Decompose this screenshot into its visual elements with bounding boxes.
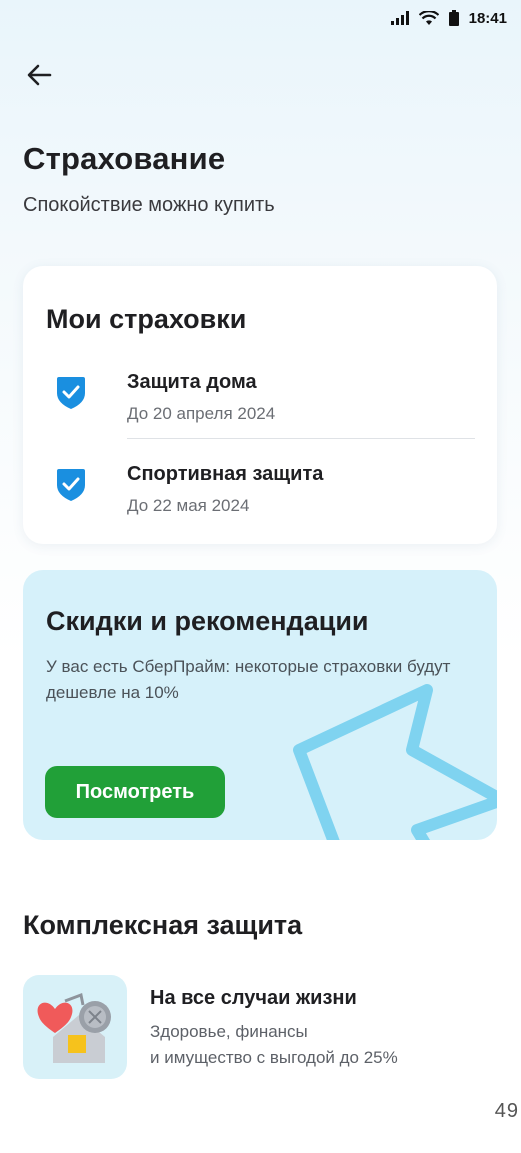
shield-check-icon: [57, 469, 85, 501]
offer-item[interactable]: На все случаи жизни Здоровье, финансы и …: [23, 975, 497, 1079]
signal-icon: [390, 11, 409, 25]
phone-screen: 18:41 Страхование Спокойствие можно купи…: [0, 0, 521, 1100]
battery-icon: [448, 10, 459, 26]
back-button[interactable]: [24, 60, 54, 90]
status-bar: 18:41: [390, 6, 507, 30]
wifi-icon: [418, 10, 439, 26]
promo-text: У вас есть СберПрайм: некоторые страховк…: [46, 657, 451, 702]
policy-name: Спортивная защита: [127, 463, 324, 485]
policy-item-home[interactable]: Защита дома До 20 апреля 2024: [23, 367, 497, 447]
promo-title: Скидки и рекомендации: [46, 606, 369, 636]
offer-image: [23, 975, 127, 1079]
my-insurance-title: Мои страховки: [46, 304, 247, 334]
policy-name: Защита дома: [127, 371, 257, 393]
page-subtitle: Спокойствие можно купить: [23, 194, 275, 216]
offer-description: Здоровье, финансы и имущество с выгодой …: [150, 1019, 398, 1071]
policy-date: До 20 апреля 2024: [127, 404, 276, 423]
arrow-left-icon: [27, 64, 52, 86]
view-button[interactable]: Посмотреть: [45, 766, 225, 818]
policy-date: До 22 мая 2024: [127, 496, 250, 515]
page-title: Страхование: [23, 141, 226, 176]
offer-desc-line: Здоровье, финансы: [150, 1022, 308, 1041]
my-insurance-card: Мои страховки Защита дома До 20 апреля 2…: [23, 266, 497, 544]
policy-item-sport[interactable]: Спортивная защита До 22 мая 2024: [23, 459, 497, 539]
offer-name: На все случаи жизни: [150, 987, 357, 1009]
section-title: Комплексная защита: [23, 910, 303, 940]
promo-card: Скидки и рекомендации У вас есть СберПра…: [23, 570, 497, 840]
divider: [127, 438, 475, 439]
page-number: 49: [494, 1100, 519, 1122]
status-time: 18:41: [468, 9, 507, 27]
offer-desc-line: и имущество с выгодой до 25%: [150, 1048, 398, 1067]
shield-check-icon: [57, 377, 85, 409]
